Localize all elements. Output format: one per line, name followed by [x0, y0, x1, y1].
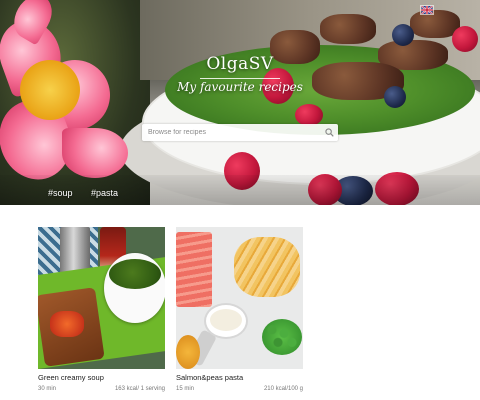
site-tagline: My favourite recipes [177, 80, 303, 94]
recipe-calories: 210 kcal/100 g [263, 386, 303, 392]
lily-petal [62, 128, 128, 178]
cream [210, 309, 242, 331]
recipe-time: 15 min [176, 386, 195, 392]
raspberry [295, 104, 323, 126]
hero-banner: OlgaSV My favourite recipes #soup #pasta [0, 0, 480, 205]
tomato-topping [50, 311, 84, 337]
site-title: OlgaSV [206, 54, 274, 74]
meat-piece [320, 14, 376, 44]
raspberry [452, 26, 478, 52]
recipe-meta: 30 min 163 kcal/ 1 serving [38, 386, 165, 392]
search-bar [142, 124, 338, 141]
green-soup [109, 259, 161, 289]
tag-soup[interactable]: #soup [48, 188, 73, 198]
recipe-meta: 15 min 210 kcal/100 g [176, 386, 303, 392]
recipe-image[interactable] [176, 227, 303, 369]
search-icon[interactable] [325, 128, 334, 137]
recipe-card[interactable]: Green creamy soup 30 min 163 kcal/ 1 ser… [38, 227, 165, 392]
recipe-time: 30 min [38, 386, 57, 392]
recipe-title[interactable]: Salmon&peas pasta [176, 373, 303, 382]
tag-pasta[interactable]: #pasta [91, 188, 118, 198]
recipe-calories: 163 kcal/ 1 serving [114, 386, 165, 392]
recipe-card[interactable]: Salmon&peas pasta 15 min 210 kcal/100 g [176, 227, 303, 392]
title-divider [200, 78, 280, 79]
salmon-fillet [176, 232, 212, 307]
recipe-image[interactable] [38, 227, 165, 369]
recipe-title[interactable]: Green creamy soup [38, 373, 165, 382]
uk-flag-icon[interactable] [420, 5, 434, 15]
yolk [176, 335, 200, 369]
blueberry [392, 24, 414, 46]
pasta-pile [234, 237, 300, 297]
green-peas [262, 319, 302, 355]
search-input[interactable] [142, 124, 322, 141]
